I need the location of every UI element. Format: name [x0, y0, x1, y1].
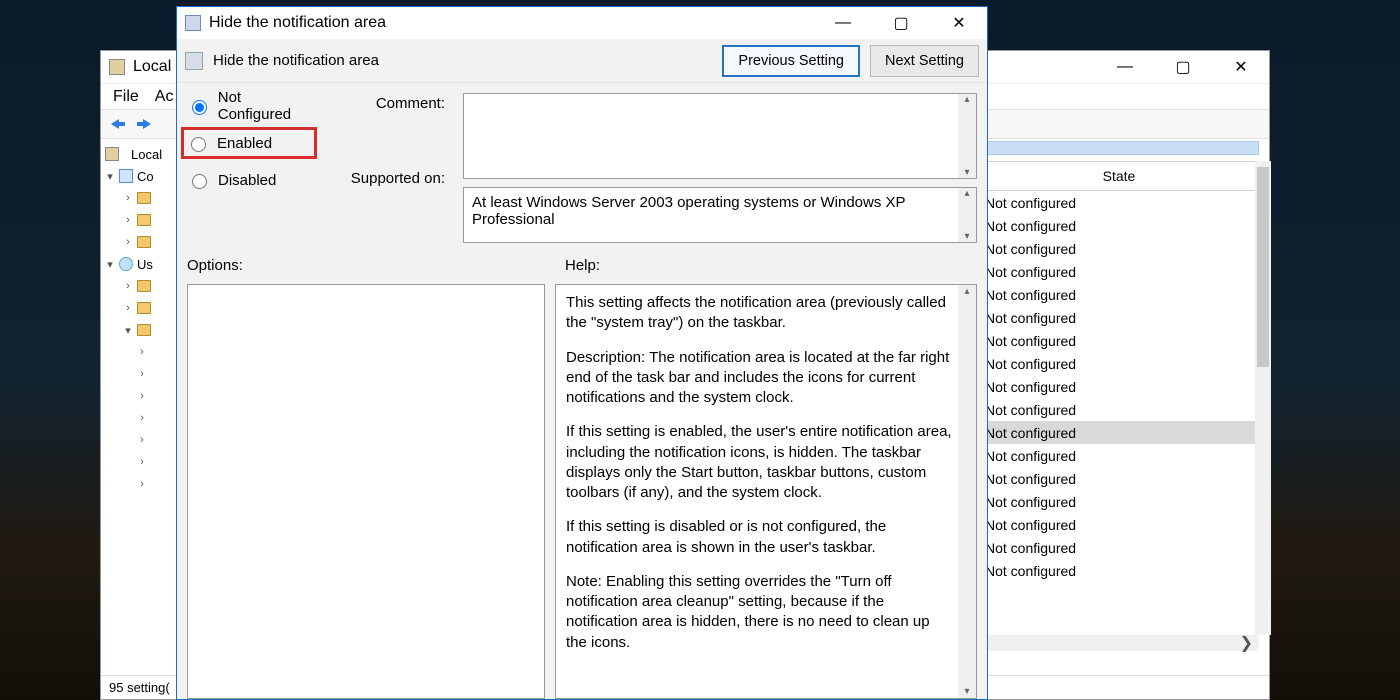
table-row[interactable]: Not configured: [979, 467, 1259, 490]
radio-not-configured[interactable]: Not Configured: [187, 95, 317, 117]
comment-scrollbar[interactable]: ▴▾: [958, 94, 976, 178]
close-button[interactable]: ✕: [1221, 53, 1261, 81]
table-row[interactable]: Not configured: [979, 306, 1259, 329]
minimize-button[interactable]: —: [1105, 53, 1145, 81]
tree-item[interactable]: ›: [105, 187, 178, 209]
gpedit-icon: [109, 59, 125, 75]
menu-action[interactable]: Ac: [155, 88, 174, 106]
tree-item[interactable]: ›: [105, 363, 178, 385]
comment-textbox[interactable]: ▴▾: [463, 93, 977, 179]
policy-window-buttons: — ▢ ✕: [823, 9, 979, 37]
maximize-button[interactable]: ▢: [1163, 53, 1203, 81]
options-box[interactable]: [187, 284, 545, 699]
table-row[interactable]: Not configured: [979, 398, 1259, 421]
minimize-button[interactable]: —: [823, 9, 863, 37]
gpedit-title: Local: [133, 58, 171, 76]
enabled-highlight-box: Enabled: [181, 127, 317, 159]
previous-setting-button[interactable]: Previous Setting: [722, 45, 860, 77]
state-header[interactable]: State: [979, 161, 1259, 191]
help-paragraph: This setting affects the notification ar…: [566, 293, 952, 334]
state-column: State Not configuredNot configuredNot co…: [979, 161, 1259, 635]
options-label: Options:: [187, 257, 243, 274]
help-paragraph: Note: Enabling this setting overrides th…: [566, 572, 952, 653]
radio-disabled[interactable]: Disabled: [187, 169, 317, 191]
next-setting-button[interactable]: Next Setting: [870, 45, 979, 77]
tree-computer[interactable]: ▾Co: [105, 165, 178, 187]
table-row[interactable]: Not configured: [979, 191, 1259, 214]
tree-item[interactable]: ›: [105, 385, 178, 407]
radio-disabled-input[interactable]: [192, 174, 207, 189]
tree-item[interactable]: ›: [105, 429, 178, 451]
tree-root[interactable]: Local: [105, 143, 178, 165]
supported-textbox: At least Windows Server 2003 operating s…: [463, 187, 977, 243]
table-row[interactable]: Not configured: [979, 329, 1259, 352]
tree-item[interactable]: ›: [105, 473, 178, 495]
table-row[interactable]: Not configured: [979, 559, 1259, 582]
back-button[interactable]: [107, 113, 129, 135]
comment-label: Comment:: [335, 95, 445, 112]
table-row[interactable]: Not configured: [979, 421, 1259, 444]
table-row[interactable]: Not configured: [979, 513, 1259, 536]
menu-file[interactable]: File: [113, 88, 139, 106]
status-text: 95 setting(: [109, 680, 170, 695]
radio-enabled-input[interactable]: [191, 137, 206, 152]
tree-item[interactable]: ›: [105, 341, 178, 363]
policy-header-icon: [185, 52, 203, 70]
help-paragraph: Description: The notification area is lo…: [566, 348, 952, 409]
help-paragraph: If this setting is disabled or is not co…: [566, 517, 952, 558]
tree-item[interactable]: ›: [105, 451, 178, 473]
tree-item[interactable]: ›: [105, 407, 178, 429]
policy-header: Hide the notification area Previous Sett…: [177, 39, 987, 83]
policy-title: Hide the notification area: [209, 14, 386, 32]
policy-titlebar: Hide the notification area — ▢ ✕: [177, 7, 987, 39]
policy-dialog: Hide the notification area — ▢ ✕ Hide th…: [176, 6, 988, 700]
table-row[interactable]: Not configured: [979, 536, 1259, 559]
tree-item[interactable]: ›: [105, 275, 178, 297]
policy-title-icon: [185, 15, 201, 31]
vertical-scrollbar[interactable]: [1255, 161, 1271, 635]
table-row[interactable]: Not configured: [979, 214, 1259, 237]
gpedit-tree[interactable]: Local ▾Co › › › ▾Us › › ▾ › › › › › › ›: [101, 139, 181, 675]
policy-content: Not Configured Enabled Disabled Comment:…: [177, 83, 987, 699]
maximize-button[interactable]: ▢: [881, 9, 921, 37]
table-row[interactable]: Not configured: [979, 375, 1259, 398]
radio-enabled[interactable]: Enabled: [186, 132, 306, 154]
table-row[interactable]: Not configured: [979, 283, 1259, 306]
supported-label: Supported on:: [335, 170, 445, 187]
table-row[interactable]: Not configured: [979, 237, 1259, 260]
field-labels: Comment: Supported on:: [335, 93, 445, 243]
help-label: Help:: [565, 257, 600, 274]
table-row[interactable]: Not configured: [979, 444, 1259, 467]
tree-item[interactable]: ›: [105, 231, 178, 253]
table-row[interactable]: Not configured: [979, 490, 1259, 513]
policy-heading: Hide the notification area: [213, 52, 379, 69]
help-box[interactable]: ▴▾ This setting affects the notification…: [555, 284, 977, 699]
table-row[interactable]: Not configured: [979, 352, 1259, 375]
tree-item[interactable]: ›: [105, 209, 178, 231]
supported-scrollbar[interactable]: ▴▾: [958, 188, 976, 242]
close-button[interactable]: ✕: [939, 9, 979, 37]
tree-item[interactable]: ›: [105, 297, 178, 319]
supported-text: At least Windows Server 2003 operating s…: [472, 194, 905, 228]
state-body: Not configuredNot configuredNot configur…: [979, 191, 1259, 635]
gpedit-window-buttons: — ▢ ✕: [1105, 53, 1261, 81]
state-radios: Not Configured Enabled Disabled: [187, 93, 317, 243]
radio-not-configured-input[interactable]: [192, 100, 207, 115]
forward-button[interactable]: [133, 113, 155, 135]
help-paragraph: If this setting is enabled, the user's e…: [566, 422, 952, 503]
help-scrollbar[interactable]: ▴▾: [958, 285, 976, 698]
tree-user[interactable]: ▾Us: [105, 253, 178, 275]
table-row[interactable]: Not configured: [979, 260, 1259, 283]
tree-item[interactable]: ▾: [105, 319, 178, 341]
